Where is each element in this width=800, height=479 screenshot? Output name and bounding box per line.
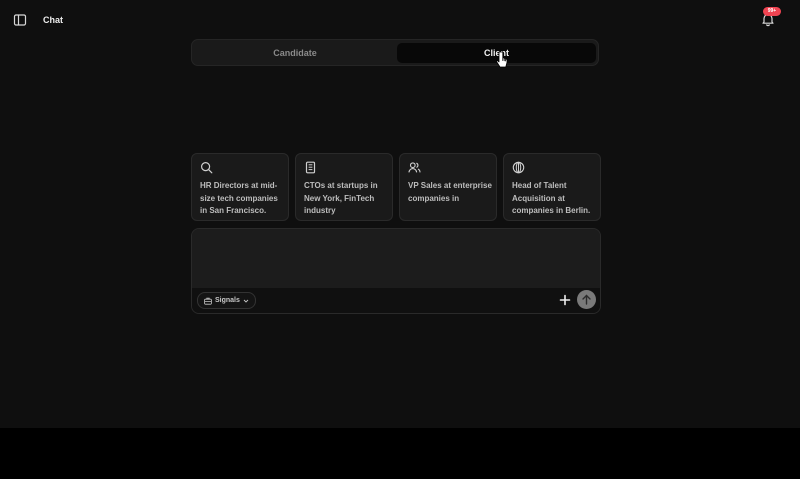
mouse-cursor-icon: [496, 51, 508, 68]
globe-icon: [512, 161, 525, 174]
chat-input[interactable]: [192, 229, 600, 288]
page-title: Chat: [43, 15, 63, 25]
signals-label: Signals: [215, 297, 240, 304]
tab-candidate[interactable]: Candidate: [195, 43, 395, 63]
arrow-up-icon: [582, 294, 591, 305]
suggestion-card-4[interactable]: Head of Talent Acquisition at companies …: [503, 153, 601, 221]
building-icon: [305, 161, 316, 174]
suggestion-text: HR Directors at mid-size tech companies …: [200, 181, 278, 215]
composer-toolbar: Signals: [192, 288, 600, 313]
send-button[interactable]: [577, 290, 596, 309]
bottom-strip: [0, 428, 800, 479]
suggestion-card-1[interactable]: HR Directors at mid-size tech companies …: [191, 153, 289, 221]
suggestion-text: Head of Talent Acquisition at companies …: [512, 181, 591, 215]
suggestion-card-3[interactable]: VP Sales at enterprise companies in: [399, 153, 497, 221]
search-icon: [200, 161, 213, 174]
notification-badge: 99+: [763, 7, 781, 16]
chat-composer: Signals: [191, 228, 601, 314]
plus-icon[interactable]: [559, 294, 571, 306]
sidebar-toggle-icon[interactable]: [13, 13, 27, 27]
users-icon: [408, 162, 421, 173]
app-window: Chat 99+ Candidate Client HR Directors a…: [0, 0, 800, 428]
signals-button[interactable]: Signals: [197, 292, 256, 309]
chevron-down-icon: [243, 299, 249, 303]
mode-tabs: Candidate Client: [191, 39, 599, 66]
briefcase-icon: [204, 297, 212, 305]
suggestion-text: CTOs at startups in New York, FinTech in…: [304, 181, 378, 215]
suggestion-text: VP Sales at enterprise companies in: [408, 181, 492, 203]
suggestion-card-2[interactable]: CTOs at startups in New York, FinTech in…: [295, 153, 393, 221]
top-bar: Chat 99+: [0, 0, 800, 40]
